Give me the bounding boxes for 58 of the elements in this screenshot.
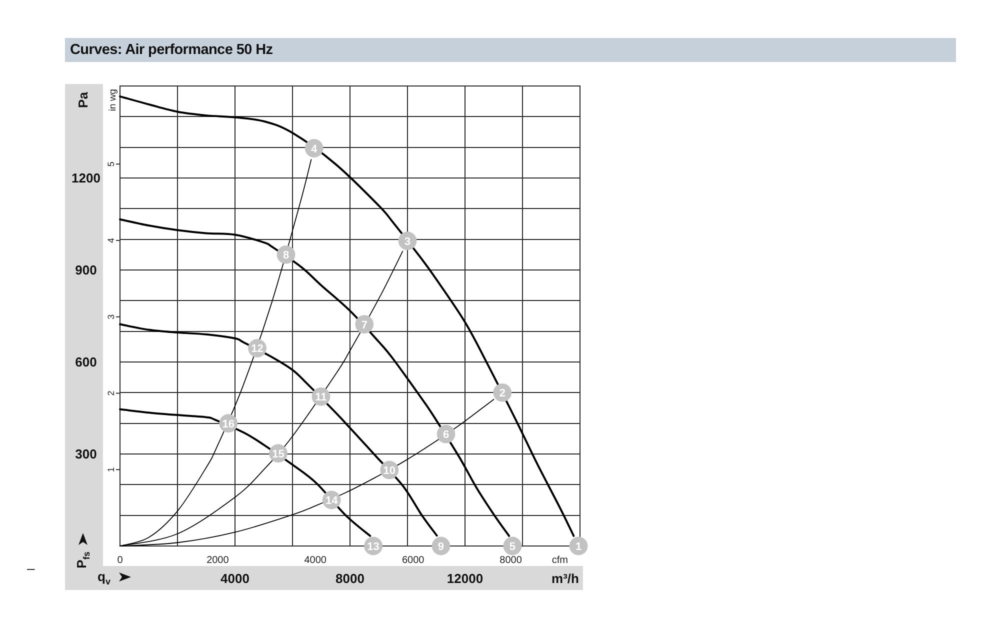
point-marker: 3: [398, 232, 417, 250]
y-tick-label: 300: [75, 446, 97, 462]
annotation: 6: [442, 429, 450, 442]
section-header: Curves: Air performance 50 Hz: [65, 38, 956, 62]
point-marker: 15: [269, 444, 288, 463]
annotation: 5: [509, 541, 516, 553]
point-marker: 4: [304, 139, 324, 158]
y-tick-label: 1200: [72, 170, 100, 186]
cfm-axis-unit: cfm: [552, 555, 568, 566]
annotation: 8: [282, 250, 290, 262]
inwg-tick-label: 1: [106, 467, 116, 472]
x-axis-unit: m³/h: [552, 571, 579, 586]
arrow-icon: [119, 572, 131, 582]
point-marker: 13: [364, 536, 382, 556]
annotation: 15: [272, 448, 284, 460]
arrow-icon: [78, 533, 88, 545]
point-marker: 8: [276, 245, 296, 264]
point-marker: 9: [432, 536, 450, 556]
point-marker: 12: [248, 339, 266, 358]
point-marker: 1: [569, 536, 588, 556]
inwg-tick-label: 3: [106, 314, 116, 320]
annotation: 2: [499, 388, 506, 400]
point-marker: 14: [322, 490, 341, 510]
point-marker: 6: [436, 424, 456, 444]
annotation: 10: [383, 464, 396, 477]
point-marker: 16: [219, 414, 238, 433]
y-tick-label: 900: [75, 262, 97, 278]
y-axis-unit: Pa: [76, 92, 90, 108]
x-tick-label: 12000: [446, 571, 484, 586]
point-marker: 7: [355, 315, 374, 334]
inwg-axis-unit: in wg: [108, 88, 118, 112]
annotation: 12: [251, 343, 264, 356]
annotation: 7: [361, 319, 368, 332]
x-tick-label: 4000: [220, 571, 250, 586]
x-tick-label: 8000: [336, 571, 364, 586]
inwg-tick-label: 5: [106, 162, 116, 167]
cfm-tick-label: 6000: [402, 555, 424, 566]
annotation: 14: [325, 495, 339, 507]
cfm-tick-label: 8000: [500, 555, 522, 566]
y-tick-label: 600: [75, 354, 97, 370]
annotation: 16: [222, 418, 235, 430]
x-axis-label: q$_{v}$: [98, 570, 110, 586]
inwg-tick-label: 4: [106, 238, 116, 243]
annotation: 4: [311, 143, 318, 156]
point-marker: 5: [503, 536, 522, 556]
annotation: 13: [367, 541, 380, 553]
annotation: 1: [576, 541, 582, 553]
cfm-tick-label: 4000: [304, 555, 326, 566]
cfm-tick-label: 0: [117, 555, 123, 566]
point-marker: 11: [312, 387, 330, 406]
dash-mark: –: [27, 562, 35, 574]
point-marker: 2: [493, 383, 512, 402]
cfm-tick-label: 2000: [206, 555, 229, 566]
inwg-tick-label: 2: [106, 390, 116, 396]
annotation: 11: [315, 392, 327, 404]
annotation: 3: [404, 236, 411, 248]
annotation: 9: [438, 541, 444, 553]
point-marker: 10: [380, 460, 399, 480]
